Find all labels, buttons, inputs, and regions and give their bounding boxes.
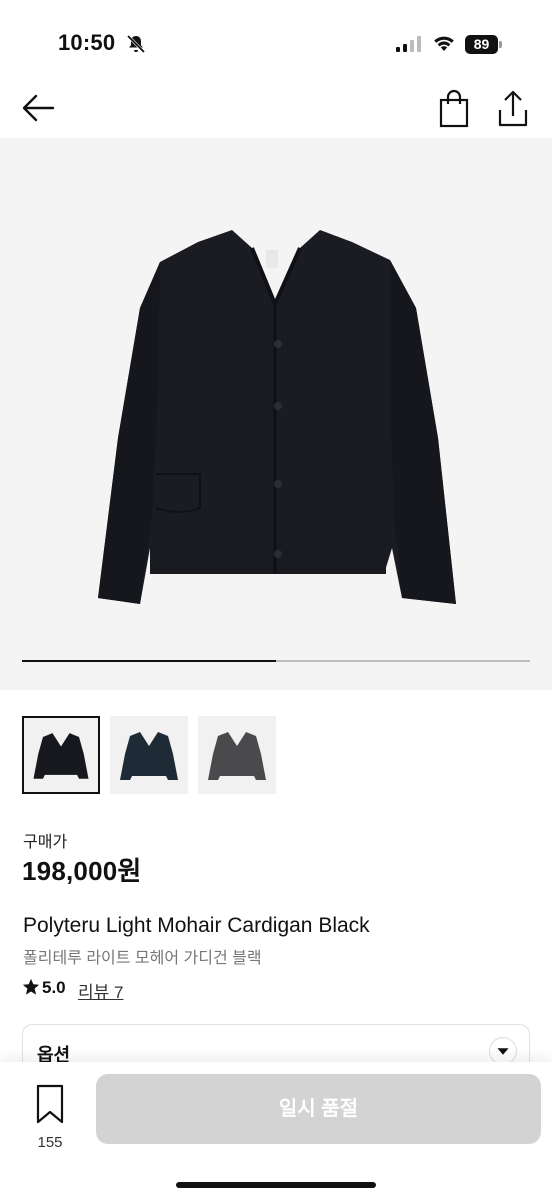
share-icon[interactable] xyxy=(494,88,532,128)
nav-bar xyxy=(0,80,552,138)
carousel-progress-fill xyxy=(22,660,276,662)
thumbnail-1[interactable] xyxy=(22,716,100,794)
thumbnail-3[interactable] xyxy=(198,716,276,794)
chevron-down-icon[interactable] xyxy=(489,1037,517,1065)
battery-level: 89 xyxy=(465,35,498,54)
product-image-carousel[interactable] xyxy=(0,138,552,690)
star-icon xyxy=(22,978,40,995)
sold-out-button[interactable]: 일시 품절 xyxy=(96,1074,541,1144)
rating-value: 5.0 xyxy=(42,978,66,997)
bookmark-icon xyxy=(36,1084,64,1124)
wifi-icon xyxy=(434,36,454,51)
status-time: 10:50 xyxy=(58,30,116,55)
bookmark-button[interactable]: 155 xyxy=(28,1082,72,1154)
shopping-bag-icon[interactable] xyxy=(436,88,472,128)
home-indicator xyxy=(176,1182,376,1188)
thumbnail-2[interactable] xyxy=(110,716,188,794)
battery-indicator: 89 xyxy=(465,35,502,54)
product-name-korean: 폴리테루 라이트 모헤어 가디건 블랙 xyxy=(23,950,262,967)
price-label: 구매가 xyxy=(23,834,68,851)
review-link[interactable]: 리뷰 7 xyxy=(78,978,123,1003)
status-bar: 10:50 89 xyxy=(0,0,552,80)
bottom-action-bar: 155 일시 품절 xyxy=(0,1062,552,1200)
carousel-progress-track xyxy=(22,660,530,662)
product-name: Polyteru Light Mohair Cardigan Black xyxy=(23,914,370,937)
bookmark-count: 155 xyxy=(37,1134,63,1151)
thumbnail-strip xyxy=(22,716,282,794)
signal-icon xyxy=(396,36,421,52)
bell-muted-icon xyxy=(126,34,146,54)
cardigan-image xyxy=(98,230,456,604)
price: 198,000원 xyxy=(22,856,142,886)
back-arrow-icon[interactable] xyxy=(20,90,58,126)
